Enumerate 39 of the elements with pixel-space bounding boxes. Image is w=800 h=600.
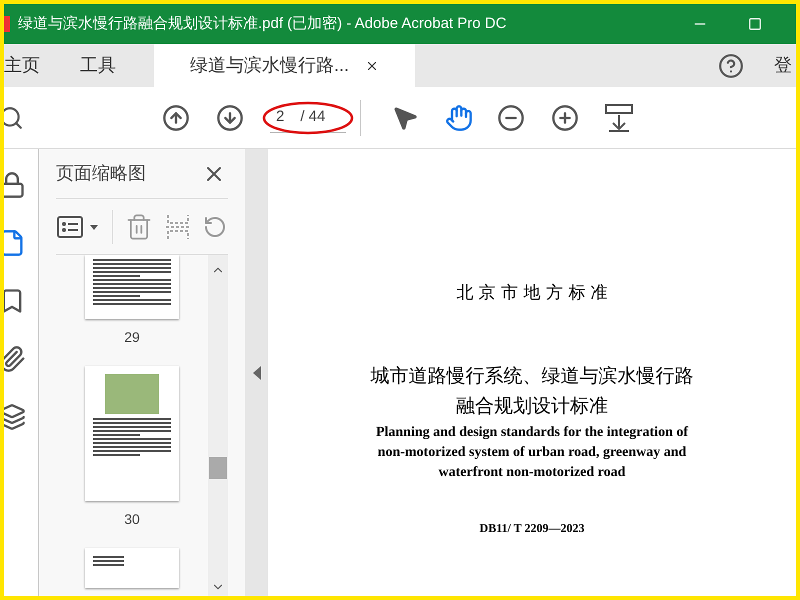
page-thumbnail[interactable] (85, 366, 179, 501)
chinese-title-line: 融合规划设计标准 (456, 394, 608, 418)
scroll-mode-icon[interactable] (605, 102, 633, 132)
page-thumbnail[interactable] (85, 255, 179, 319)
app-icon (4, 16, 10, 32)
page-number: 30 (124, 510, 140, 529)
previous-page-icon[interactable] (162, 104, 190, 132)
panel-title: 页面缩略图 (56, 162, 146, 185)
help-icon[interactable] (718, 52, 744, 78)
page-number: 29 (124, 328, 140, 347)
delete-icon[interactable] (125, 212, 153, 240)
zoom-in-icon[interactable] (551, 104, 579, 132)
zoom-out-icon[interactable] (497, 104, 525, 132)
lock-icon[interactable] (4, 171, 26, 199)
maximize-icon[interactable] (748, 17, 762, 31)
tab[interactable]: 工具 (60, 44, 136, 87)
next-page-icon[interactable] (216, 104, 244, 132)
attachment-icon[interactable] (4, 345, 26, 373)
collapse-arrow-icon[interactable] (252, 366, 260, 380)
sign-in-link[interactable]: 登 (774, 52, 796, 79)
rotate-icon[interactable] (203, 214, 227, 238)
search-icon[interactable] (4, 104, 24, 130)
tab[interactable]: 绿道与滨水慢行路... (154, 44, 416, 87)
page-count: / 44 (300, 106, 326, 127)
chinese-title-line: 城市道路慢行系统、绿道与滨水慢行路 (370, 364, 694, 388)
english-title-line: waterfront non-motorized road (438, 464, 626, 482)
tab[interactable]: 主页 (4, 44, 60, 87)
standard-code: DB11/ T 2209—2023 (480, 520, 584, 536)
options-menu-icon[interactable] (56, 214, 100, 238)
english-title-line: non-motorized system of urban road, greenway and (378, 444, 686, 462)
window-title: 绿道与滨水慢行路融合规划设计标准.pdf (已加密) - Adobe Acrobat Pro DC (18, 14, 506, 34)
scrollbar-thumb[interactable] (209, 457, 227, 479)
issuer-heading: 北 京 市 地 方 标 准 (456, 282, 608, 305)
page-thumbnail[interactable] (85, 548, 179, 588)
figure-placeholder (105, 374, 159, 414)
english-title-line: Planning and design standards for the integration of (376, 424, 688, 442)
layers-icon[interactable] (4, 403, 26, 431)
hand-icon[interactable] (445, 104, 473, 132)
scrollbar[interactable] (208, 255, 228, 596)
